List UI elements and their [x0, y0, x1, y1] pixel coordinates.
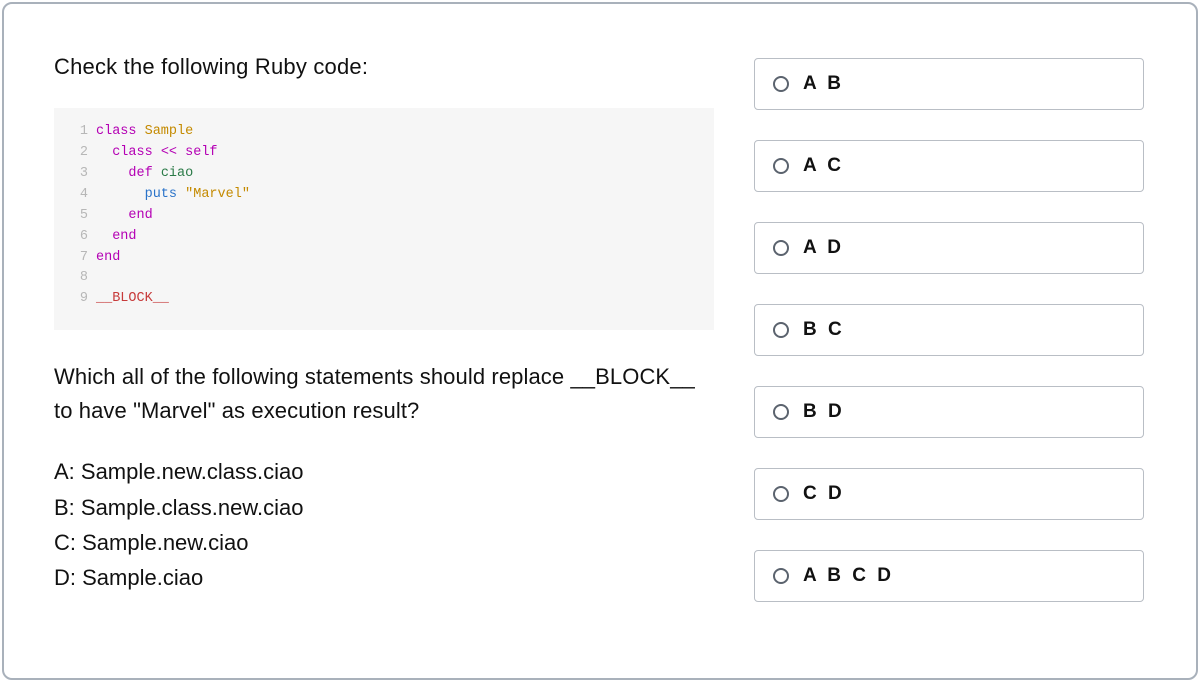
question-card: Check the following Ruby code: 1 class Sa… [2, 2, 1198, 680]
line-number: 2 [70, 143, 88, 164]
radio-icon [773, 486, 789, 502]
answer-option[interactable]: A B C D [754, 550, 1144, 602]
statement-item: C: Sample.new.ciao [54, 525, 714, 560]
answer-option[interactable]: C D [754, 468, 1144, 520]
statements-list: A: Sample.new.class.ciaoB: Sample.class.… [54, 454, 714, 595]
question-text: Which all of the following statements sh… [54, 360, 714, 428]
code-token: puts [145, 187, 186, 202]
code-token: __BLOCK__ [96, 291, 169, 306]
code-token: class [112, 145, 161, 160]
answer-option-label: B D [803, 401, 845, 423]
code-token: end [96, 250, 120, 265]
answer-option-label: A B C D [803, 565, 894, 587]
code-token: end [112, 229, 136, 244]
code-line: 8 [70, 268, 698, 289]
radio-icon [773, 322, 789, 338]
code-token [96, 208, 128, 223]
answer-option-label: A B [803, 73, 844, 95]
code-token: << [161, 145, 185, 160]
line-number: 9 [70, 289, 88, 310]
answer-option[interactable]: B D [754, 386, 1144, 438]
answer-option[interactable]: A B [754, 58, 1144, 110]
statement-item: A: Sample.new.class.ciao [54, 454, 714, 489]
code-line: 9 __BLOCK__ [70, 289, 698, 310]
code-token: class [96, 124, 145, 139]
line-number: 4 [70, 185, 88, 206]
answer-option-label: C D [803, 483, 845, 505]
code-token [96, 187, 145, 202]
line-number: 1 [70, 122, 88, 143]
answer-option-label: A C [803, 155, 844, 177]
question-left-column: Check the following Ruby code: 1 class Sa… [54, 54, 714, 638]
line-number: 7 [70, 248, 88, 269]
code-line: 4 puts "Marvel" [70, 185, 698, 206]
intro-text: Check the following Ruby code: [54, 54, 714, 80]
code-token: Sample [145, 124, 194, 139]
line-number: 6 [70, 227, 88, 248]
line-number: 5 [70, 206, 88, 227]
code-token: def [128, 166, 160, 181]
answer-option-label: A D [803, 237, 844, 259]
answer-option[interactable]: A D [754, 222, 1144, 274]
radio-icon [773, 404, 789, 420]
answer-option-label: B C [803, 319, 845, 341]
radio-icon [773, 568, 789, 584]
line-number: 3 [70, 164, 88, 185]
code-token [96, 229, 112, 244]
options-column: A B A C A D B C B D C D A B C D [754, 54, 1144, 638]
radio-icon [773, 240, 789, 256]
code-token: ciao [161, 166, 193, 181]
code-token: self [185, 145, 217, 160]
code-line: 1 class Sample [70, 122, 698, 143]
statement-item: D: Sample.ciao [54, 560, 714, 595]
code-line: 2 class << self [70, 143, 698, 164]
answer-option[interactable]: A C [754, 140, 1144, 192]
code-line: 3 def ciao [70, 164, 698, 185]
code-line: 6 end [70, 227, 698, 248]
radio-icon [773, 158, 789, 174]
code-token [96, 166, 128, 181]
code-token [96, 145, 112, 160]
radio-icon [773, 76, 789, 92]
code-token: "Marvel" [185, 187, 250, 202]
code-line: 5 end [70, 206, 698, 227]
line-number: 8 [70, 268, 88, 289]
code-line: 7 end [70, 248, 698, 269]
code-block: 1class Sample2 class << self3 def ciao4 … [54, 108, 714, 330]
code-token: end [128, 208, 152, 223]
answer-option[interactable]: B C [754, 304, 1144, 356]
statement-item: B: Sample.class.new.ciao [54, 490, 714, 525]
